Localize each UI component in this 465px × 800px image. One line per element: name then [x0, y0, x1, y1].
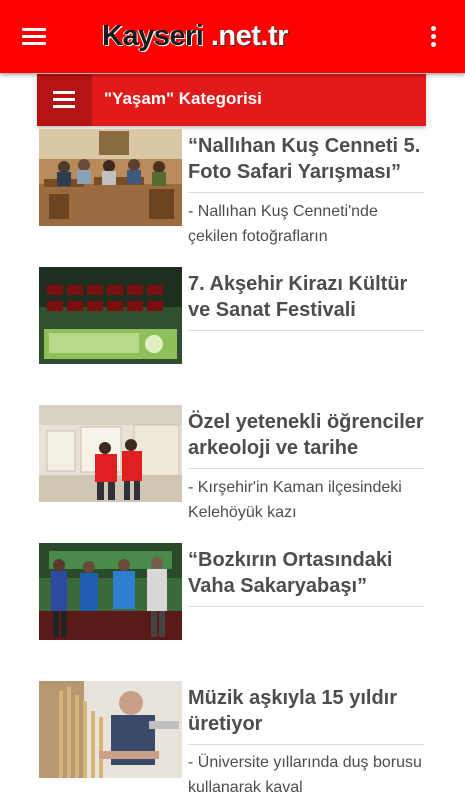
article-title[interactable]: “Nallıhan Kuş Cenneti 5. Foto Safari Yar…: [188, 133, 428, 185]
article-divider: [188, 192, 424, 193]
article-excerpt: - Nallıhan Kuş Cenneti'nde çekilen fotoğ…: [188, 203, 378, 245]
article-item[interactable]: “Nallıhan Kuş Cenneti 5. Foto Safari Yar…: [39, 129, 424, 247]
article-excerpt: - Kırşehir'in Kaman ilçesindeki Kelehöyü…: [188, 479, 402, 521]
article-thumbnail[interactable]: [39, 543, 182, 640]
article-title[interactable]: “Bozkırın Ortasındaki Vaha Sakaryabaşı”: [188, 547, 428, 599]
article-item[interactable]: Özel yetenekli öğrenciler arkeoloji ve t…: [39, 405, 424, 525]
app-bar: Kayseri .net.tr: [0, 0, 465, 73]
article-divider: [188, 468, 424, 469]
logo-suffix-text: .net.tr: [210, 20, 289, 52]
category-header: "Yaşam" Kategorisi: [37, 74, 426, 126]
article-thumbnail[interactable]: [39, 681, 182, 778]
category-title: "Yaşam" Kategorisi: [104, 89, 262, 108]
article-thumbnail[interactable]: [39, 267, 182, 364]
article-item[interactable]: Müzik aşkıyla 15 yıldır üretiyor - Ünive…: [39, 681, 424, 800]
article-divider: [188, 606, 424, 607]
article-title[interactable]: Müzik aşkıyla 15 yıldır üretiyor: [188, 685, 428, 737]
hamburger-menu-icon[interactable]: [14, 22, 54, 52]
category-menu-icon[interactable]: [37, 74, 92, 126]
article-item[interactable]: “Bozkırın Ortasındaki Vaha Sakaryabaşı”: [39, 543, 424, 663]
article-thumbnail[interactable]: [39, 405, 182, 502]
article-thumbnail[interactable]: [39, 129, 182, 226]
article-divider: [188, 744, 424, 745]
article-title[interactable]: Özel yetenekli öğrenciler arkeoloji ve t…: [188, 409, 428, 461]
article-item[interactable]: 7. Akşehir Kirazı Kültür ve Sanat Festiv…: [39, 267, 424, 387]
more-vertical-icon[interactable]: [420, 22, 448, 52]
site-logo[interactable]: Kayseri .net.tr: [102, 18, 288, 54]
article-title[interactable]: 7. Akşehir Kirazı Kültür ve Sanat Festiv…: [188, 271, 428, 323]
logo-main-text: Kayseri: [102, 20, 204, 52]
article-excerpt: - Üniversite yıllarında duş borusu kulla…: [188, 754, 422, 796]
article-divider: [188, 330, 424, 331]
